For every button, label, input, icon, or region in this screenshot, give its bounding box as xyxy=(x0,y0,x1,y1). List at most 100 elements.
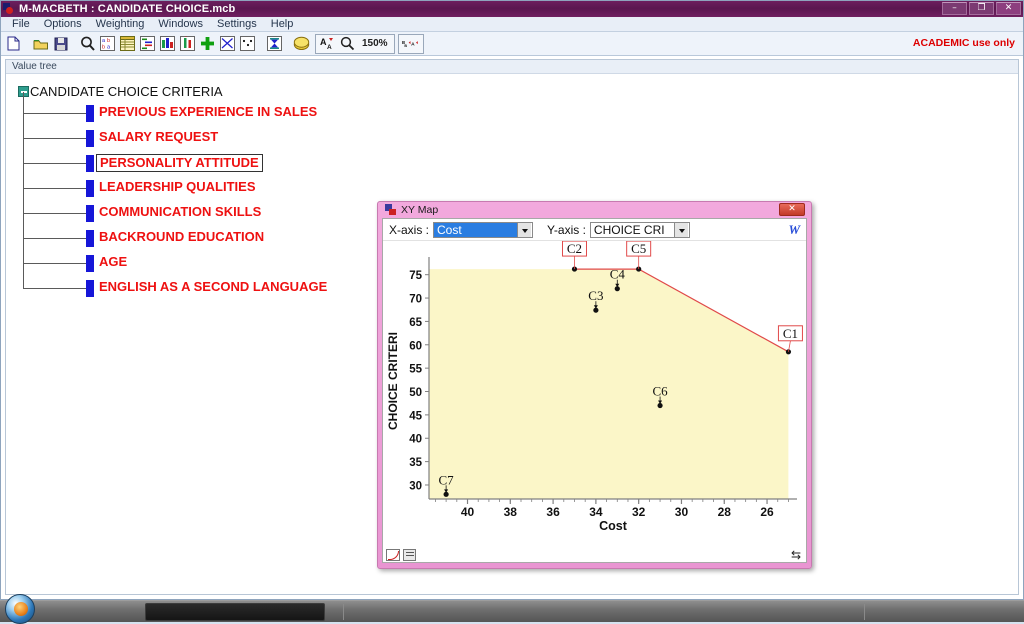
academic-use-notice: ACADEMIC use only xyxy=(912,37,1015,49)
xy-map-button[interactable] xyxy=(218,34,237,53)
svg-text:45: 45 xyxy=(409,410,422,422)
menu-item-windows[interactable]: Windows xyxy=(151,17,210,31)
svg-text:38: 38 xyxy=(504,505,518,519)
close-button[interactable]: ✕ xyxy=(996,2,1021,15)
xy-map-window-icon xyxy=(385,204,397,216)
tree-root-node[interactable]: CANDIDATE CHOICE CRITERIA xyxy=(18,82,1018,100)
tree-node-label: COMMUNICATION SKILLS xyxy=(99,204,262,219)
save-disk-icon xyxy=(54,37,67,50)
branch-line xyxy=(23,288,86,289)
x-axis-select[interactable]: Cost xyxy=(433,221,534,238)
save-file-button[interactable] xyxy=(51,34,70,53)
node-marker-icon xyxy=(86,205,94,222)
svg-text:A: A xyxy=(411,42,415,48)
svg-text:34: 34 xyxy=(589,505,603,519)
tree-node-label: LEADERSHIP QUALITIES xyxy=(99,179,256,194)
thermometer-button[interactable] xyxy=(178,34,197,53)
svg-text:60: 60 xyxy=(409,340,422,352)
node-marker-icon xyxy=(86,255,94,272)
branch-line xyxy=(23,188,86,189)
svg-text:75: 75 xyxy=(409,270,422,282)
font-size-icon: A A xyxy=(320,37,333,51)
tree-node-previous-experience-in-sales[interactable]: PREVIOUS EXPERIENCE IN SALES xyxy=(18,101,1018,126)
tree-node-personality-attitude[interactable]: PERSONALITY ATTITUDE xyxy=(18,151,1018,176)
node-marker-icon xyxy=(86,280,94,297)
svg-text:36: 36 xyxy=(546,505,560,519)
zoom-magnifier-icon xyxy=(340,36,355,51)
window-title: M-MACBETH : CANDIDATE CHOICE.mcb xyxy=(19,3,236,15)
grid-toggle-icon[interactable] xyxy=(403,549,416,561)
chevron-down-icon[interactable] xyxy=(673,222,688,237)
open-file-button[interactable] xyxy=(31,34,50,53)
branch-line xyxy=(23,213,86,214)
view-button[interactable] xyxy=(78,34,97,53)
svg-text:C1: C1 xyxy=(783,326,798,341)
svg-text:Cost: Cost xyxy=(599,519,628,531)
menu-item-weighting[interactable]: Weighting xyxy=(89,17,152,31)
tree-node-salary-request[interactable]: SALARY REQUEST xyxy=(18,126,1018,151)
scatter-button[interactable] xyxy=(238,34,257,53)
list-button[interactable] xyxy=(138,34,157,53)
window-controls: – ❐ ✕ xyxy=(942,2,1021,15)
menu-item-file[interactable]: File xyxy=(5,17,37,31)
branch-line xyxy=(23,163,86,164)
svg-text:35: 35 xyxy=(409,457,422,469)
text-color-button[interactable]: B B A xyxy=(401,34,420,53)
tree-node-label: AGE xyxy=(99,254,128,269)
new-file-button[interactable] xyxy=(4,34,23,53)
text-color-icon: B B A xyxy=(402,40,418,48)
thermometer-icon xyxy=(180,36,195,51)
svg-text:C7: C7 xyxy=(439,472,455,487)
svg-text:65: 65 xyxy=(409,317,422,329)
word-export-icon[interactable]: W xyxy=(788,222,800,238)
zoom-button[interactable] xyxy=(338,34,357,53)
menu-item-settings[interactable]: Settings xyxy=(210,17,264,31)
menu-bar: File Options Weighting Windows Settings … xyxy=(1,17,1023,32)
bar-chart-icon xyxy=(160,36,175,51)
taskbar-divider xyxy=(343,603,344,620)
windows-start-orb[interactable] xyxy=(5,593,35,624)
font-button[interactable]: A A xyxy=(318,34,337,53)
branch-line xyxy=(23,238,86,239)
bar-chart-button[interactable] xyxy=(158,34,177,53)
robustness-button[interactable] xyxy=(265,34,284,53)
svg-text:CHOICE CRITERI: CHOICE CRITERI xyxy=(386,332,400,430)
branch-line xyxy=(23,113,86,114)
chevron-down-icon[interactable] xyxy=(517,222,532,237)
xy-map-content: X-axis : Cost Y-axis : CHOICE CRI W 30 35… xyxy=(382,218,807,563)
cost-button[interactable] xyxy=(292,34,311,53)
swap-axes-icon[interactable]: ⇆ xyxy=(791,549,801,561)
menu-item-options[interactable]: Options xyxy=(37,17,89,31)
xy-map-title: XY Map xyxy=(401,204,439,216)
xy-scatter-chart: 30 35 40 45 50 55 60 65 70 75 40 38 36 34 32 30 28 26 Cost… xyxy=(383,241,806,548)
svg-text:28: 28 xyxy=(718,505,732,519)
y-axis-label: Y-axis : xyxy=(547,222,586,237)
y-axis-select[interactable]: CHOICE CRI xyxy=(589,221,690,238)
xy-map-footer: ⇆ xyxy=(383,548,806,562)
value-tree-header: Value tree xyxy=(6,60,1018,74)
taskbar-app-button[interactable] xyxy=(145,602,325,621)
maximize-button[interactable]: ❐ xyxy=(969,2,994,15)
add-button[interactable] xyxy=(198,34,217,53)
svg-text:C6: C6 xyxy=(652,384,668,399)
curve-toggle-icon[interactable] xyxy=(386,549,400,561)
svg-text:C2: C2 xyxy=(567,241,582,256)
node-marker-icon xyxy=(86,180,94,197)
svg-text:32: 32 xyxy=(632,505,646,519)
minimize-button[interactable]: – xyxy=(942,2,967,15)
options-button[interactable]: a b b a xyxy=(98,34,117,53)
tree-node-leadership-qualities[interactable]: LEADERSHIP QUALITIES xyxy=(18,176,1018,201)
scatter-dots-icon xyxy=(240,36,255,51)
yellow-coin-icon xyxy=(293,36,310,50)
branch-line xyxy=(23,263,86,264)
tree-node-label: PREVIOUS EXPERIENCE IN SALES xyxy=(99,104,318,119)
menu-item-help[interactable]: Help xyxy=(264,17,301,31)
svg-text:55: 55 xyxy=(409,364,422,376)
table-button[interactable] xyxy=(118,34,137,53)
node-marker-icon xyxy=(86,230,94,247)
xy-map-close-button[interactable]: ✕ xyxy=(779,203,805,216)
font-zoom-group: A A 150% xyxy=(315,33,395,54)
x-axis-label: X-axis : xyxy=(389,222,430,237)
zoom-level-label[interactable]: 150% xyxy=(358,38,392,49)
svg-text:50: 50 xyxy=(409,387,422,399)
